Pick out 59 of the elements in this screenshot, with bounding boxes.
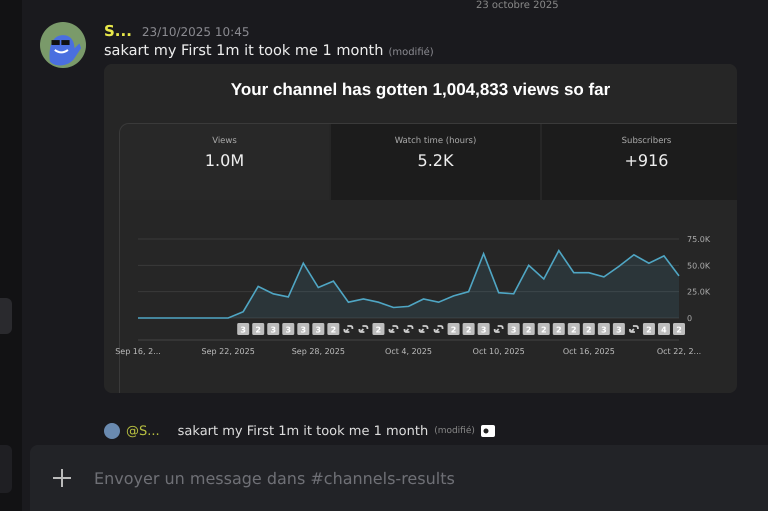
- upload-marker[interactable]: 2: [327, 323, 340, 335]
- embed-title: Your channel has gotten 1,004,833 views so far: [230, 79, 612, 100]
- upload-marker[interactable]: 4: [658, 323, 670, 335]
- upload-marker[interactable]: [418, 325, 428, 333]
- x-tick-label: Sep 28, 2025: [292, 347, 345, 356]
- reply-text: sakart my First 1m it took me 1 month: [178, 424, 428, 438]
- upload-marker[interactable]: 2: [372, 323, 384, 335]
- avatar-icon[interactable]: [40, 22, 86, 68]
- upload-marker[interactable]: 2: [568, 323, 580, 335]
- upload-marker[interactable]: 3: [297, 323, 310, 335]
- stat-tab[interactable]: Subscribers +916: [542, 124, 737, 200]
- upload-marker[interactable]: 2: [462, 323, 475, 335]
- reply-author[interactable]: @S...: [126, 424, 160, 438]
- upload-marker[interactable]: 2: [538, 323, 550, 335]
- y-tick-label: 0: [687, 314, 692, 323]
- reply-edited-label: (modifié): [434, 426, 475, 436]
- x-tick-label: Oct 22, 2...: [656, 347, 702, 356]
- x-tick-label: Sep 22, 2025: [202, 347, 255, 356]
- upload-marker[interactable]: 2: [448, 323, 460, 335]
- reply-avatar-icon: [104, 423, 120, 439]
- sidebar-handle[interactable]: [0, 298, 12, 334]
- composer-bar[interactable]: Envoyer un message dans #channels-results: [30, 445, 768, 511]
- timestamp: 23/10/2025 10:45: [142, 25, 250, 39]
- message-input[interactable]: Envoyer un message dans #channels-results: [92, 468, 768, 488]
- upload-marker[interactable]: [344, 325, 354, 333]
- upload-marker[interactable]: 2: [522, 323, 535, 335]
- upload-marker[interactable]: 2: [582, 323, 595, 335]
- image-icon: [480, 425, 495, 437]
- upload-marker[interactable]: [358, 325, 368, 333]
- y-tick-label: 25.0K: [687, 288, 711, 297]
- upload-marker[interactable]: [494, 325, 504, 333]
- upload-marker[interactable]: 3: [282, 323, 294, 335]
- upload-marker[interactable]: 3: [267, 323, 280, 335]
- upload-marker[interactable]: 2: [252, 323, 264, 335]
- x-tick-label: Oct 10, 2025: [472, 347, 525, 356]
- y-tick-label: 50.0K: [687, 261, 711, 270]
- upload-marker[interactable]: [404, 325, 414, 333]
- upload-marker[interactable]: 3: [508, 323, 520, 335]
- x-tick-label: Sep 16, 2...: [115, 347, 161, 356]
- upload-marker[interactable]: [388, 325, 398, 333]
- y-tick-label: 75.0K: [687, 235, 711, 244]
- upload-marker[interactable]: 3: [598, 323, 610, 335]
- edited-label: (modifié): [388, 47, 434, 58]
- upload-marker[interactable]: 3: [237, 323, 250, 335]
- upload-marker[interactable]: 3: [478, 323, 490, 335]
- stat-tab[interactable]: Watch time (hours) 5.2K: [331, 124, 540, 200]
- author-name[interactable]: S...: [104, 22, 132, 40]
- message-text: sakart my First 1m it took me 1 month: [104, 43, 384, 59]
- date-divider: 23 octobre 2025: [476, 0, 559, 11]
- upload-marker[interactable]: 2: [642, 323, 655, 335]
- x-tick-label: Oct 4, 2025: [385, 347, 432, 356]
- x-tick-label: Oct 16, 2025: [562, 347, 615, 356]
- upload-marker[interactable]: [434, 325, 444, 333]
- upload-marker[interactable]: 2: [673, 323, 685, 335]
- upload-marker[interactable]: 2: [552, 323, 565, 335]
- upload-marker[interactable]: 3: [312, 323, 324, 335]
- upload-marker[interactable]: 3: [612, 323, 625, 335]
- plus-icon[interactable]: [52, 468, 72, 488]
- upload-marker[interactable]: [629, 325, 639, 333]
